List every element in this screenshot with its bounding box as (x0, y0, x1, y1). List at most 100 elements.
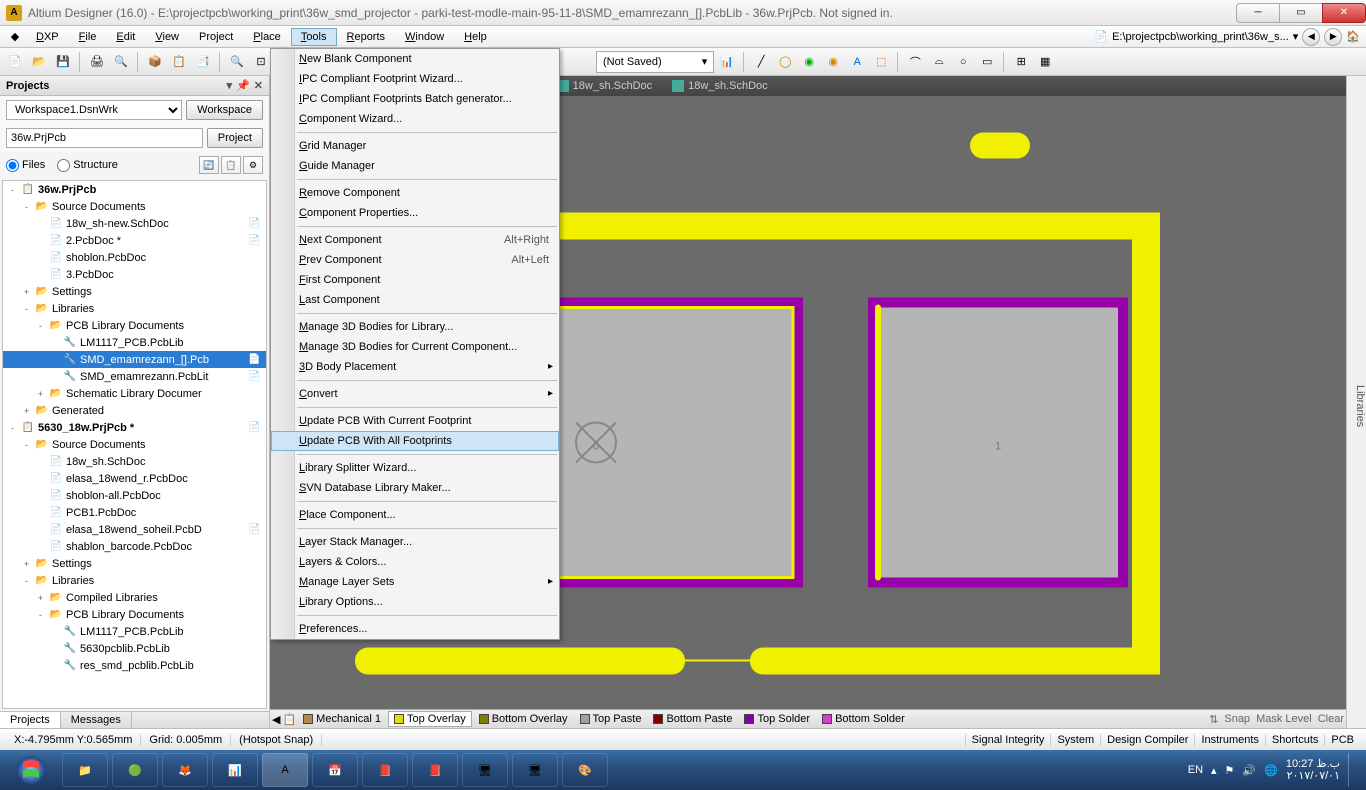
menu-item[interactable]: Update PCB With Current Footprint (271, 411, 559, 431)
status-button[interactable]: Instruments (1194, 734, 1264, 746)
menu-item[interactable]: 3D Body Placement (271, 357, 559, 377)
tree-node[interactable]: -📂Libraries (3, 300, 266, 317)
menu-item[interactable]: Layer Stack Manager... (271, 532, 559, 552)
array-icon[interactable]: ⊞ (1010, 51, 1032, 73)
home-icon[interactable]: 🏠 (1346, 30, 1360, 43)
status-button[interactable]: Signal Integrity (965, 734, 1051, 746)
arc-icon[interactable]: ⌓ (928, 51, 950, 73)
line-tool-icon[interactable]: ╱ (750, 51, 772, 73)
menu-place[interactable]: Place (243, 28, 291, 46)
tree-node[interactable]: -📂PCB Library Documents (3, 606, 266, 623)
tree-node[interactable]: +📂Schematic Library Documer (3, 385, 266, 402)
tree-node[interactable]: 📄elasa_18wend_soheil.PcbD📄 (3, 521, 266, 538)
menu-item[interactable]: Manage Layer Sets (271, 572, 559, 592)
new-icon[interactable]: 📄 (4, 51, 26, 73)
panel-btn-icon[interactable]: 🔄 (199, 156, 219, 174)
panel-btn-icon[interactable]: ⚙ (243, 156, 263, 174)
tray-up-icon[interactable]: ▴ (1211, 764, 1217, 777)
nav-fwd-button[interactable]: ▶ (1324, 28, 1342, 46)
panel-pin-icon[interactable]: 📌 (236, 79, 250, 92)
menu-dxp[interactable]: DDXPXP (26, 28, 69, 46)
tree-node[interactable]: 📄PCB1.PcbDoc (3, 504, 266, 521)
tree-node[interactable]: 🔧res_smd_pcblib.PcbLib (3, 657, 266, 674)
dropdown-icon[interactable]: ▾ (1293, 30, 1299, 43)
tree-node[interactable]: -📋36w.PrjPcb (3, 181, 266, 198)
maximize-button[interactable]: ▭ (1279, 3, 1323, 23)
status-button[interactable]: PCB (1324, 734, 1360, 746)
volume-icon[interactable]: 🔊 (1242, 764, 1256, 777)
layer-tab[interactable]: Bottom Paste (648, 712, 737, 726)
menu-item[interactable]: Layers & Colors... (271, 552, 559, 572)
menu-tools[interactable]: Tools (291, 28, 337, 46)
status-button[interactable]: Design Compiler (1100, 734, 1194, 746)
menu-item[interactable]: Prev ComponentAlt+Left (271, 250, 559, 270)
menu-item[interactable]: Convert (271, 384, 559, 404)
menu-help[interactable]: Help (454, 28, 497, 46)
tree-node[interactable]: 📄shoblon.PcbDoc (3, 249, 266, 266)
tree-node[interactable]: 📄elasa_18wend_r.PcbDoc (3, 470, 266, 487)
panel-btn-icon[interactable]: 📋 (221, 156, 241, 174)
app-icon[interactable]: 🖥 (462, 753, 508, 787)
adobe-icon[interactable]: 📕 (412, 753, 458, 787)
tab-messages[interactable]: Messages (61, 712, 132, 728)
files-radio[interactable]: Files (6, 159, 45, 172)
menu-item[interactable]: Manage 3D Bodies for Current Component..… (271, 337, 559, 357)
paint-icon[interactable]: 🎨 (562, 753, 608, 787)
menu-item[interactable]: IPC Compliant Footprints Batch generator… (271, 89, 559, 109)
layer-tab[interactable]: Mechanical 1 (298, 712, 386, 726)
layer-tab[interactable]: Bottom Overlay (474, 712, 573, 726)
arc-icon[interactable]: ⌒ (904, 51, 926, 73)
menu-file[interactable]: File (69, 28, 107, 46)
status-button[interactable]: Shortcuts (1265, 734, 1324, 746)
menu-item[interactable]: Remove Component (271, 183, 559, 203)
tree-node[interactable]: 📄18w_sh-new.SchDoc📄 (3, 215, 266, 232)
tree-node[interactable]: 📄shablon_barcode.PcbDoc (3, 538, 266, 555)
workspace-select[interactable]: Workspace1.DsnWrk (6, 100, 182, 120)
zoom-icon[interactable]: 🔍 (226, 51, 248, 73)
project-field[interactable] (6, 128, 203, 148)
menu-item[interactable]: IPC Compliant Footprint Wizard... (271, 69, 559, 89)
circle-icon[interactable]: ○ (952, 51, 974, 73)
show-desktop[interactable] (1348, 753, 1356, 787)
flag-icon[interactable]: ⚑ (1225, 764, 1235, 777)
start-button[interactable] (4, 752, 58, 788)
via-tool-icon[interactable]: ◉ (822, 51, 844, 73)
menu-item[interactable]: Component Wizard... (271, 109, 559, 129)
tool-icon[interactable]: 📦 (144, 51, 166, 73)
menu-reports[interactable]: Reports (337, 28, 396, 46)
tool-icon[interactable]: 📑 (192, 51, 214, 73)
project-button[interactable]: Project (207, 128, 263, 148)
altium-icon[interactable]: A (262, 753, 308, 787)
chrome-icon[interactable]: 🟢 (112, 753, 158, 787)
layer-tab[interactable]: Bottom Solder (817, 712, 910, 726)
menu-item[interactable]: Manage 3D Bodies for Library... (271, 317, 559, 337)
open-icon[interactable]: 📂 (28, 51, 50, 73)
tree-node[interactable]: -📂PCB Library Documents (3, 317, 266, 334)
tree-node[interactable]: 🔧LM1117_PCB.PcbLib (3, 623, 266, 640)
explorer-icon[interactable]: 📁 (62, 753, 108, 787)
lang-indicator[interactable]: EN (1188, 764, 1203, 776)
tool-icon[interactable]: 📋 (168, 51, 190, 73)
tab-projects[interactable]: Projects (0, 712, 61, 728)
pad-tool-icon[interactable]: ◉ (798, 51, 820, 73)
app-icon[interactable]: 📊 (212, 753, 258, 787)
firefox-icon[interactable]: 🦊 (162, 753, 208, 787)
tree-node[interactable]: -📋5630_18w.PrjPcb *📄 (3, 419, 266, 436)
menu-item[interactable]: Place Component... (271, 505, 559, 525)
menu-item[interactable]: Library Splitter Wizard... (271, 458, 559, 478)
menu-edit[interactable]: Edit (106, 28, 145, 46)
tree-node[interactable]: 🔧LM1117_PCB.PcbLib (3, 334, 266, 351)
close-button[interactable]: ✕ (1322, 3, 1366, 23)
tree-node[interactable]: 🔧5630pcblib.PcbLib (3, 640, 266, 657)
layer-scroll-icon[interactable]: ◀ (272, 713, 280, 726)
status-button[interactable]: System (1050, 734, 1100, 746)
zoom-fit-icon[interactable]: ⊡ (250, 51, 272, 73)
text-tool-icon[interactable]: A (846, 51, 868, 73)
tree-node[interactable]: -📂Source Documents (3, 436, 266, 453)
rect-icon[interactable]: ▭ (976, 51, 998, 73)
tree-node[interactable]: +📂Generated (3, 402, 266, 419)
panel-close-icon[interactable]: ✕ (254, 79, 263, 92)
libraries-strip[interactable]: Libraries (1346, 76, 1366, 728)
tool-icon[interactable]: ⬚ (870, 51, 892, 73)
workspace-button[interactable]: Workspace (186, 100, 263, 120)
